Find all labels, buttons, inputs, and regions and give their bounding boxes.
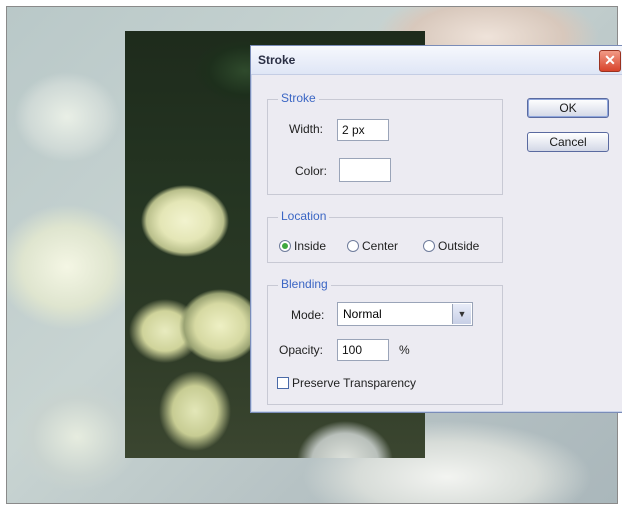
width-label: Width: xyxy=(289,122,324,136)
color-label: Color: xyxy=(295,164,328,178)
dialog-title: Stroke xyxy=(258,53,296,67)
close-icon: ✕ xyxy=(604,52,616,68)
chevron-down-icon[interactable]: ▼ xyxy=(452,304,471,324)
preserve-transparency-box[interactable] xyxy=(277,377,289,389)
radio-inside-dot[interactable] xyxy=(279,240,291,252)
opacity-input[interactable]: 100 xyxy=(337,339,389,361)
mode-select-value: Normal xyxy=(343,307,382,321)
cancel-button[interactable]: Cancel xyxy=(527,132,609,152)
radio-outside-dot[interactable] xyxy=(423,240,435,252)
close-button[interactable]: ✕ xyxy=(599,50,621,72)
radio-outside[interactable]: Outside xyxy=(423,238,479,254)
color-swatch[interactable] xyxy=(339,158,391,182)
blending-legend: Blending xyxy=(278,277,331,291)
radio-inside-label: Inside xyxy=(294,239,327,253)
radio-center[interactable]: Center xyxy=(347,238,398,254)
preserve-transparency-checkbox[interactable]: Preserve Transparency xyxy=(277,375,416,391)
width-input[interactable]: 2 px xyxy=(337,119,389,141)
radio-inside[interactable]: Inside xyxy=(279,238,326,254)
opacity-label: Opacity: xyxy=(279,343,324,357)
ok-button[interactable]: OK xyxy=(527,98,609,118)
mode-select[interactable]: Normal ▼ xyxy=(337,302,473,326)
location-legend: Location xyxy=(278,209,330,223)
mode-label: Mode: xyxy=(291,308,325,322)
radio-outside-label: Outside xyxy=(438,239,480,253)
stroke-dialog: Stroke ✕ Stroke Width: 2 px Color: OK Ca… xyxy=(250,45,622,413)
dialog-titlebar[interactable]: Stroke ✕ xyxy=(251,46,622,75)
radio-center-dot[interactable] xyxy=(347,240,359,252)
preserve-transparency-label: Preserve Transparency xyxy=(292,376,417,390)
stroke-legend: Stroke xyxy=(278,91,319,105)
radio-center-label: Center xyxy=(362,239,399,253)
opacity-unit: % xyxy=(399,343,410,357)
